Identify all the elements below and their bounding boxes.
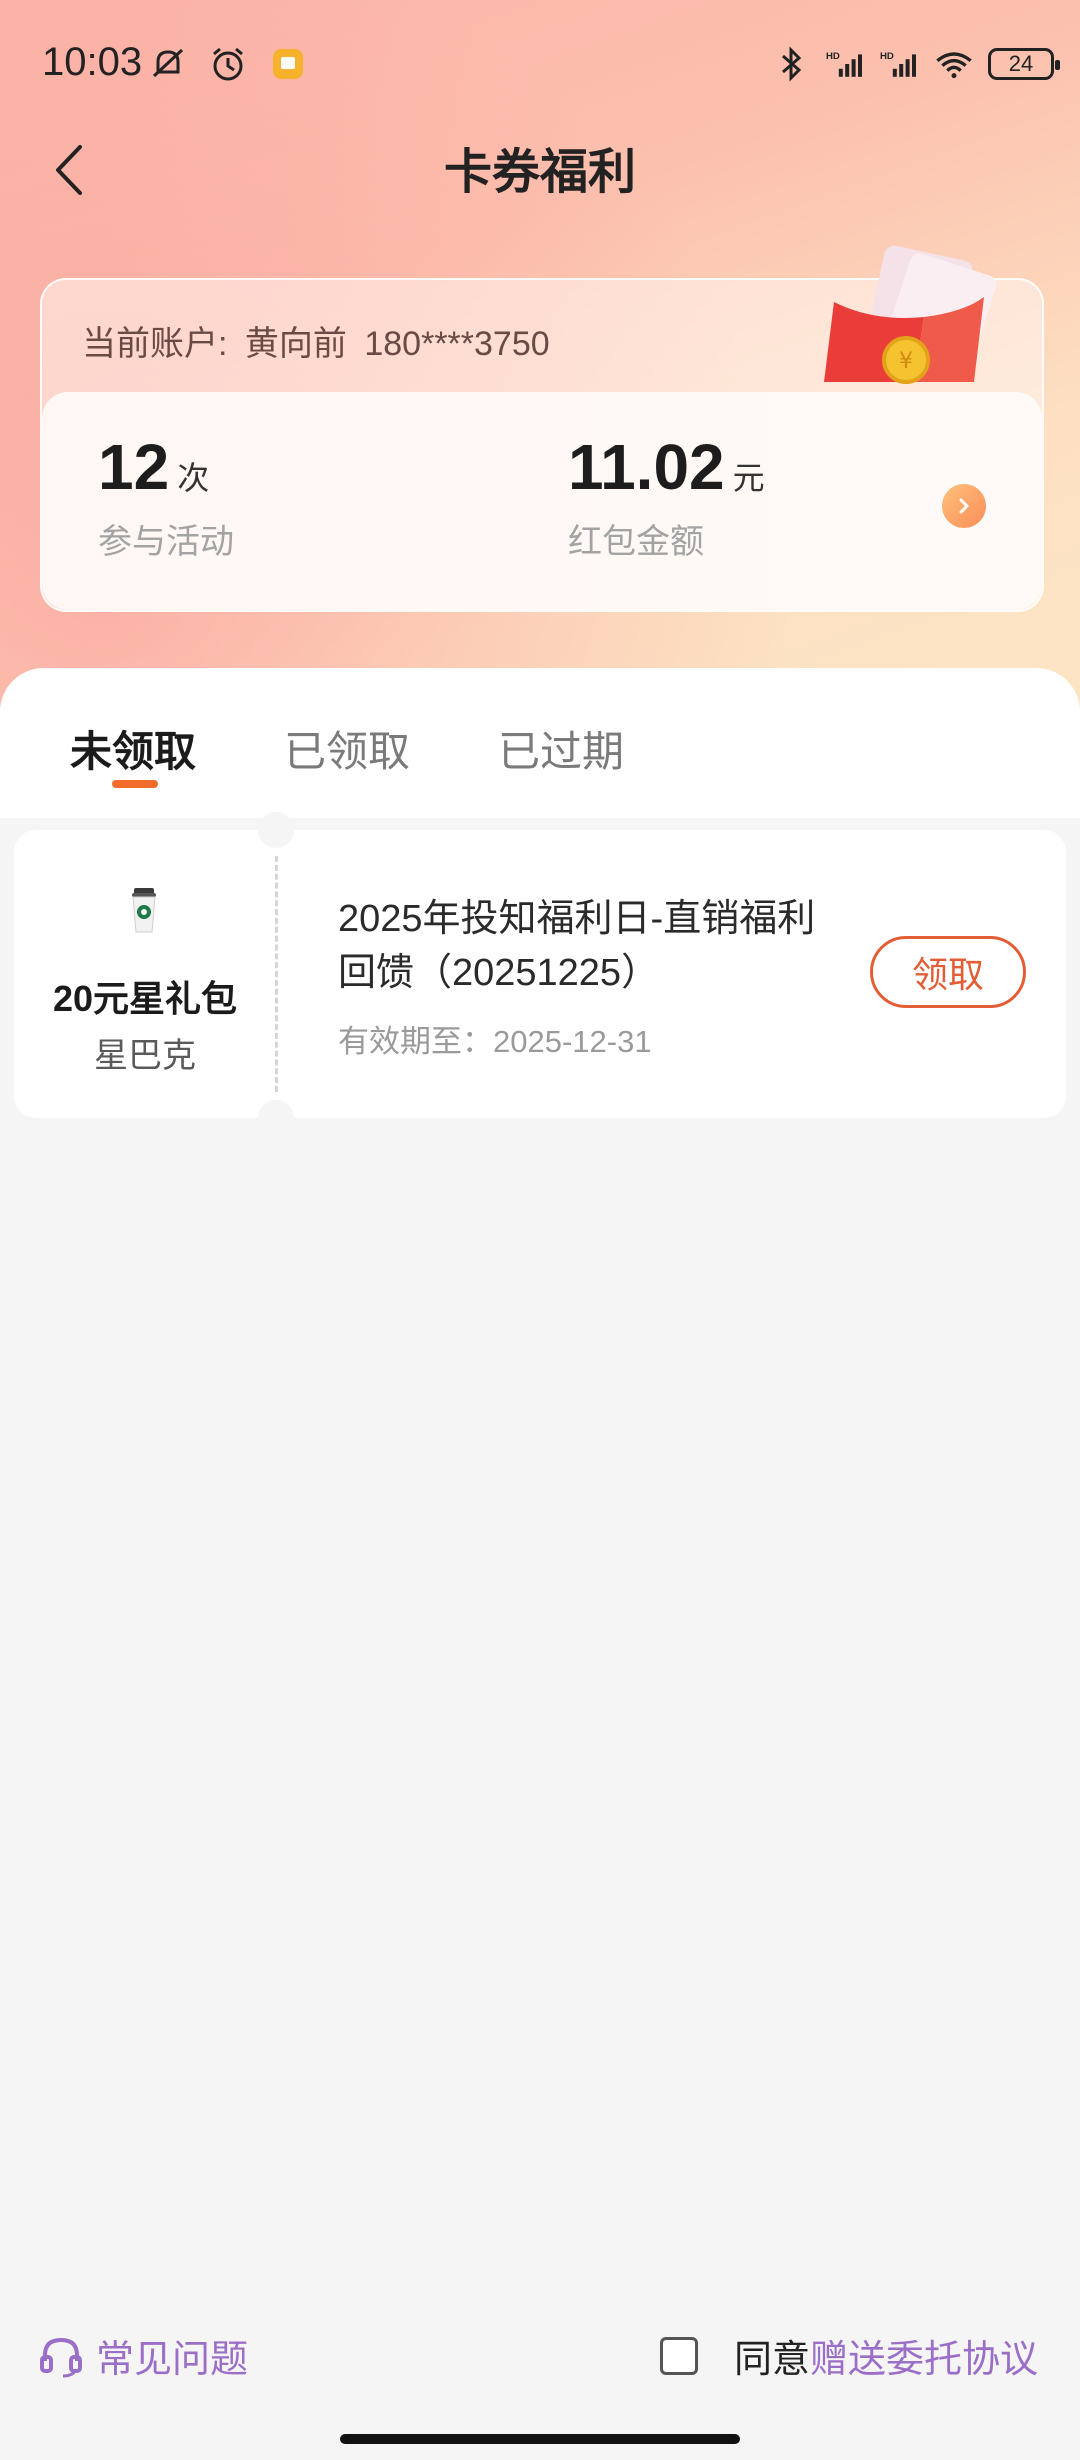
red-envelope-illustration-icon: ¥: [824, 245, 997, 384]
signal-hd-icon: HD: [826, 44, 866, 84]
coupon-notch-bottom: [258, 1100, 294, 1136]
coupon-notch-top: [258, 812, 294, 848]
activity-count-stat: 12 次 参与活动: [98, 430, 234, 563]
chevron-right-icon: [959, 498, 969, 514]
svg-text:¥: ¥: [899, 349, 913, 374]
account-phone: 180****3750: [364, 325, 550, 363]
agreement-checkbox[interactable]: [659, 2336, 698, 2375]
notification-app-icon: [268, 44, 308, 84]
claim-button[interactable]: 领取: [870, 936, 1026, 1008]
tab-bar: 未领取 已领取 已过期: [0, 668, 1080, 818]
coupon-detail-panel: 2025年投知福利日-直销福利 回馈（20251225） 有效期至：2025-1…: [276, 830, 1066, 1118]
activity-count: 12: [98, 431, 170, 503]
alarm-icon: [208, 44, 248, 84]
tab-unclaimed[interactable]: 未领取: [70, 718, 196, 779]
footer-bar: 常见问题 同意 赠送委托协议: [0, 2318, 1080, 2390]
coffee-cup-icon: [132, 888, 156, 933]
svg-text:HD: HD: [880, 51, 894, 62]
page-title: 卡券福利: [443, 146, 636, 199]
account-name: 黄向前: [244, 325, 347, 363]
signal-hd-icon: HD: [880, 44, 920, 84]
coupon-divider: [275, 856, 278, 1092]
headset-icon: [40, 2337, 82, 2377]
home-indicator[interactable]: [340, 2434, 740, 2444]
redpacket-amount: 11.02: [568, 431, 725, 503]
status-time: 10:03: [42, 40, 143, 84]
coupon-title-line1: 2025年投知福利日-直销福利: [338, 898, 816, 940]
activity-unit: 次: [177, 460, 210, 496]
gift-brand: 星巴克: [94, 1037, 196, 1075]
svg-text:HD: HD: [826, 51, 840, 62]
faq-label: 常见问题: [96, 2339, 249, 2381]
tab-claimed[interactable]: 已领取: [284, 718, 410, 779]
stats-panel: 12 次 参与活动 11.02 元 红包金额: [42, 392, 1042, 610]
battery-level: 24: [1008, 51, 1034, 76]
mute-icon: [148, 44, 188, 84]
tab-expired[interactable]: 已过期: [498, 718, 624, 779]
redpacket-unit: 元: [732, 460, 765, 496]
agreement-prefix: 同意: [733, 2339, 810, 2381]
coupon-expiry: 有效期至：2025-12-31: [338, 1024, 652, 1059]
gift-name: 20元星礼包: [52, 978, 238, 1019]
coupon-title: 2025年投知福利日-直销福利 回馈（20251225）: [338, 892, 858, 1000]
faq-link[interactable]: 常见问题: [38, 2328, 248, 2383]
agreement-link[interactable]: 赠送委托协议: [810, 2328, 1038, 2383]
battery-icon: 24: [988, 48, 1060, 80]
tab-indicator: [112, 780, 158, 788]
agreement-row: 同意 赠送委托协议: [659, 2328, 1038, 2383]
coupon-title-line2: 回馈（20251225）: [338, 952, 660, 994]
account-label: 当前账户:: [82, 325, 228, 363]
stats-detail-button[interactable]: [942, 484, 986, 528]
coupon-gift-panel: 20元星礼包 星巴克: [14, 830, 276, 1118]
account-card: 当前账户: 黄向前 180****3750 ¥ 12 次 参与活动 11.02 元 …: [40, 245, 1044, 612]
status-bar: 10:03 HD HD 24: [0, 0, 1080, 130]
activity-label: 参与活动: [98, 523, 234, 561]
account-info: 当前账户: 黄向前 180****3750: [82, 316, 558, 365]
wifi-icon: [934, 44, 974, 84]
bluetooth-icon: [772, 44, 812, 84]
coupon-card: 20元星礼包 星巴克 2025年投知福利日-直销福利 回馈（20251225） …: [14, 812, 1066, 1136]
redpacket-label: 红包金额: [568, 523, 704, 561]
redpacket-amount-stat: 11.02 元 红包金额: [568, 430, 765, 563]
coupon-list-section: 未领取 已领取 已过期 20元星礼包 星巴克 2025年投知福利日-直销福利 回…: [0, 668, 1080, 2460]
